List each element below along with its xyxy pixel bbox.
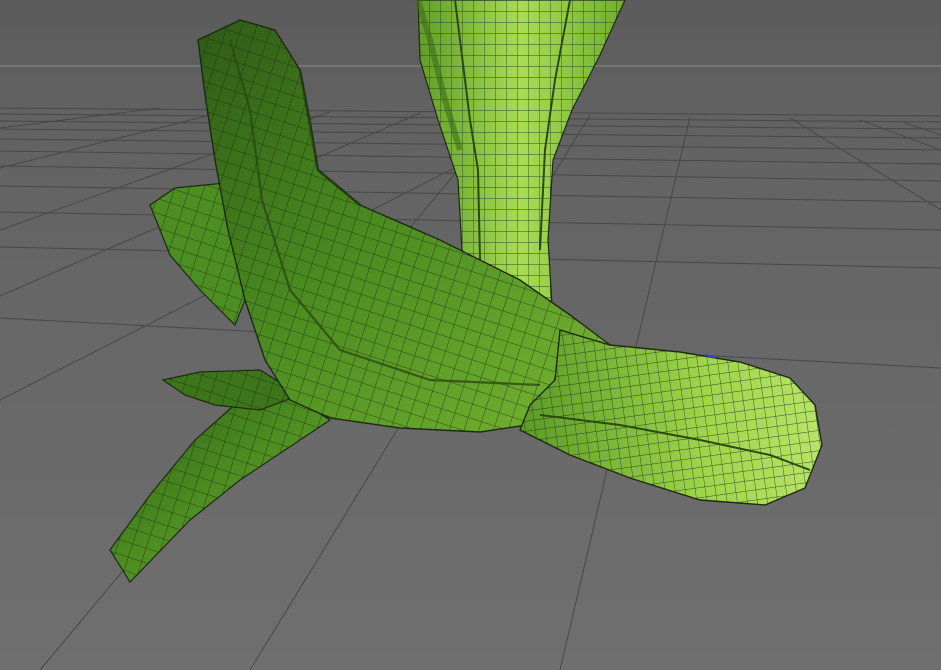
- 3d-viewport[interactable]: [0, 0, 941, 670]
- viewport-canvas[interactable]: [0, 0, 941, 670]
